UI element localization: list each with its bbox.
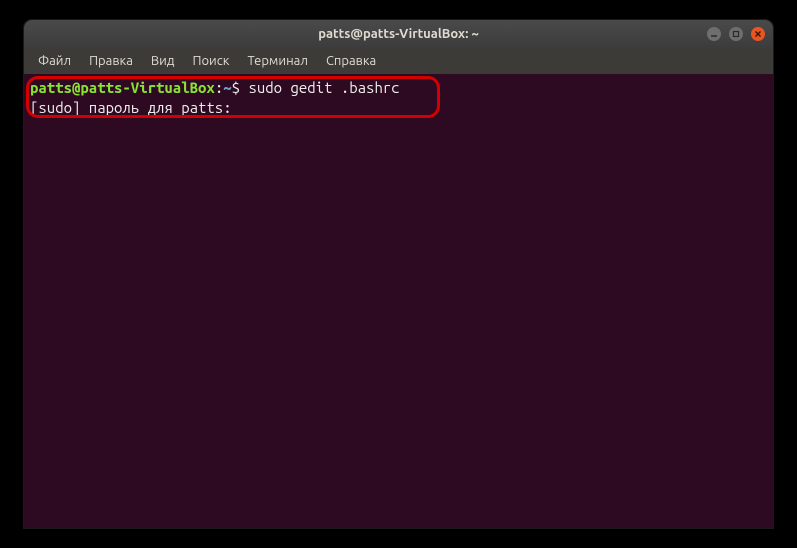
sudo-password-line: [sudo] пароль для patts:: [30, 98, 767, 118]
window-title: patts@patts-VirtualBox: ~: [318, 27, 479, 41]
titlebar: patts@patts-VirtualBox: ~: [24, 20, 773, 48]
window-controls: [707, 27, 765, 41]
menu-edit[interactable]: Правка: [81, 50, 141, 72]
maximize-button[interactable]: [729, 27, 743, 41]
menu-help[interactable]: Справка: [318, 50, 384, 72]
prompt-colon: :: [215, 79, 223, 96]
menu-terminal[interactable]: Терминал: [239, 50, 315, 72]
prompt-line: patts@patts-VirtualBox:~$ sudo gedit .ba…: [30, 78, 767, 98]
sudo-password-prompt: [sudo] пароль для patts:: [30, 99, 240, 116]
prompt-path: ~: [223, 79, 231, 96]
menubar: Файл Правка Вид Поиск Терминал Справка: [24, 48, 773, 74]
command-text: sudo gedit .bashrc: [248, 79, 399, 96]
prompt-symbol: $: [232, 79, 249, 96]
prompt-user-host: patts@patts-VirtualBox: [30, 79, 215, 96]
menu-search[interactable]: Поиск: [184, 50, 237, 72]
terminal-window: patts@patts-VirtualBox: ~ Файл Правка Ви…: [24, 20, 773, 528]
terminal-body[interactable]: patts@patts-VirtualBox:~$ sudo gedit .ba…: [24, 74, 773, 528]
menu-view[interactable]: Вид: [143, 50, 183, 72]
minimize-button[interactable]: [707, 27, 721, 41]
close-button[interactable]: [751, 27, 765, 41]
menu-file[interactable]: Файл: [30, 50, 79, 72]
